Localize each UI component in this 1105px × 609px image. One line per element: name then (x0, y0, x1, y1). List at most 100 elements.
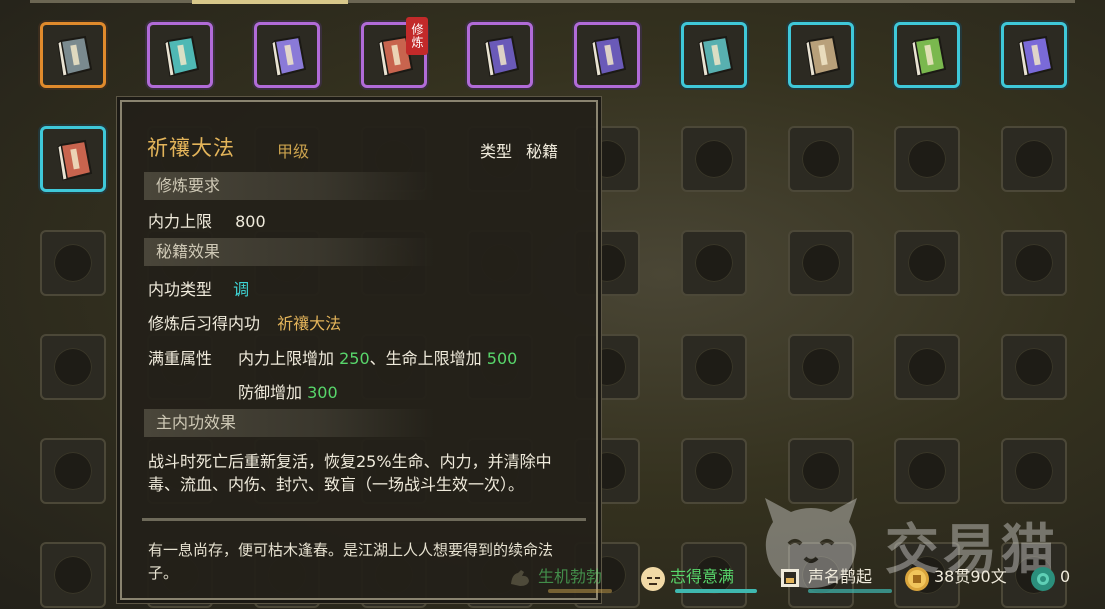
inventory-slot-book[interactable] (467, 22, 533, 88)
main-effect-text: 战斗时死亡后重新复活，恢复25%生命、内力，并清除中毒、流血、内伤、封穴、致盲（… (148, 452, 552, 494)
manual-book-icon (57, 35, 93, 77)
jade-text: 0 (1060, 567, 1071, 586)
empty-slot-socket (54, 244, 92, 282)
type-label: 类型 (479, 142, 512, 161)
inner-type-value: 调 (233, 280, 250, 299)
full-attr-line2: 防御增加 300 (238, 379, 338, 403)
fame-scroll-icon (778, 566, 802, 590)
inventory-slot-empty[interactable] (788, 230, 854, 296)
empty-slot-socket (695, 452, 733, 490)
inventory-slot-empty[interactable] (40, 438, 106, 504)
inventory-slot-book[interactable] (788, 22, 854, 88)
fame-text: 声名鹊起 (808, 567, 873, 586)
inner-type-label: 内功类型 (148, 280, 213, 299)
req-value: 800 (235, 212, 266, 231)
inventory-slot-empty[interactable] (894, 230, 960, 296)
vitality-text: 生机勃勃 (538, 567, 603, 586)
inventory-slot-book[interactable] (40, 22, 106, 88)
inventory-slot-empty[interactable] (1001, 438, 1067, 504)
learn-label: 修炼后习得内功 (148, 314, 261, 333)
attr2-name: 生命上限增加 (385, 349, 482, 368)
empty-slot-socket (54, 452, 92, 490)
attr3-value: 300 (307, 383, 338, 402)
full-attr-line1: 内力上限增加 250、生命上限增加 500 (238, 345, 517, 369)
empty-slot-socket (695, 140, 733, 178)
inventory-slot-book[interactable] (574, 22, 640, 88)
status-fame[interactable]: 声名鹊起 (778, 564, 872, 590)
inventory-slot-empty[interactable] (681, 334, 747, 400)
empty-slot-socket (908, 348, 946, 386)
manual-book-icon (164, 35, 200, 77)
empty-slot-socket (54, 556, 92, 594)
attr1-name: 内力上限增加 (238, 349, 335, 368)
empty-slot-socket (908, 452, 946, 490)
fame-bar (808, 589, 892, 593)
inventory-slot-empty[interactable] (788, 126, 854, 192)
inventory-slot-book[interactable] (1001, 22, 1067, 88)
inventory-slot-empty[interactable] (40, 230, 106, 296)
inventory-slot-empty[interactable] (788, 334, 854, 400)
manual-book-icon (484, 35, 520, 77)
learn-row: 修炼后习得内功 祈禳大法 (148, 310, 341, 334)
section-requirements: 修炼要求 (144, 172, 434, 200)
inventory-slot-book[interactable] (40, 126, 106, 192)
inventory-slot-empty[interactable] (1001, 230, 1067, 296)
inventory-slot-empty[interactable] (894, 334, 960, 400)
manual-book-icon (805, 35, 841, 77)
cultivating-badge: 修炼 (406, 17, 428, 55)
manual-book-icon (1018, 35, 1054, 77)
attr1-value: 250 (339, 349, 370, 368)
item-title: 祈禳大法 (147, 136, 235, 160)
empty-slot-socket (908, 140, 946, 178)
inventory-slot-empty[interactable] (681, 438, 747, 504)
attr-separator: 、 (369, 349, 386, 368)
status-vitality[interactable]: 生机勃勃 (508, 564, 602, 590)
face-icon (640, 566, 665, 591)
tooltip-divider (142, 518, 586, 521)
status-jade[interactable]: 0 (1030, 564, 1071, 591)
inventory-slot-book[interactable] (254, 22, 320, 88)
empty-slot-socket (1015, 348, 1053, 386)
inventory-slot-empty[interactable] (40, 542, 106, 608)
inventory-slot-empty[interactable] (894, 126, 960, 192)
inventory-slot-empty[interactable] (681, 126, 747, 192)
inventory-slot-empty[interactable] (681, 230, 747, 296)
requirement-row: 内力上限 800 (148, 208, 266, 232)
section-effects: 秘籍效果 (144, 238, 434, 266)
status-mood[interactable]: 志得意满 (640, 564, 735, 591)
status-money[interactable]: 38贯90文 (904, 564, 1007, 591)
jade-icon (1030, 566, 1055, 591)
learn-value: 祈禳大法 (277, 314, 342, 333)
inventory-slot-book[interactable]: 修炼 (361, 17, 428, 88)
item-tooltip: 祈禳大法 甲级 类型 秘籍 修炼要求 内力上限 800 秘籍效果 内功类型 调 修… (120, 100, 598, 600)
coin-icon (904, 566, 929, 591)
mood-bar (675, 589, 757, 593)
vitality-bar (548, 589, 612, 593)
empty-slot-socket (802, 140, 840, 178)
empty-slot-socket (1015, 140, 1053, 178)
empty-slot-socket (908, 244, 946, 282)
inventory-slot-empty[interactable] (1001, 334, 1067, 400)
empty-slot-socket (695, 348, 733, 386)
inventory-slot-book[interactable] (681, 22, 747, 88)
empty-slot-socket (1015, 244, 1053, 282)
mood-text: 志得意满 (670, 567, 735, 586)
inventory-slot-empty[interactable] (1001, 126, 1067, 192)
manual-book-icon (57, 139, 93, 181)
inventory-slot-book[interactable] (894, 22, 960, 88)
inner-type-row: 内功类型 调 (148, 276, 249, 300)
empty-slot-socket (802, 348, 840, 386)
inventory-slot-book[interactable] (147, 22, 213, 88)
manual-book-icon (271, 35, 307, 77)
attr2-value: 500 (486, 349, 518, 368)
empty-slot-socket (54, 348, 92, 386)
empty-slot-socket (695, 244, 733, 282)
item-grade: 甲级 (277, 142, 310, 161)
inventory-slot-empty[interactable] (40, 334, 106, 400)
empty-slot-socket (1015, 452, 1053, 490)
money-text: 38贯90文 (934, 567, 1007, 586)
item-type: 类型 秘籍 (480, 138, 558, 162)
empty-slot-socket (802, 452, 840, 490)
manual-book-icon (698, 35, 734, 77)
inventory-slot-empty[interactable] (894, 438, 960, 504)
